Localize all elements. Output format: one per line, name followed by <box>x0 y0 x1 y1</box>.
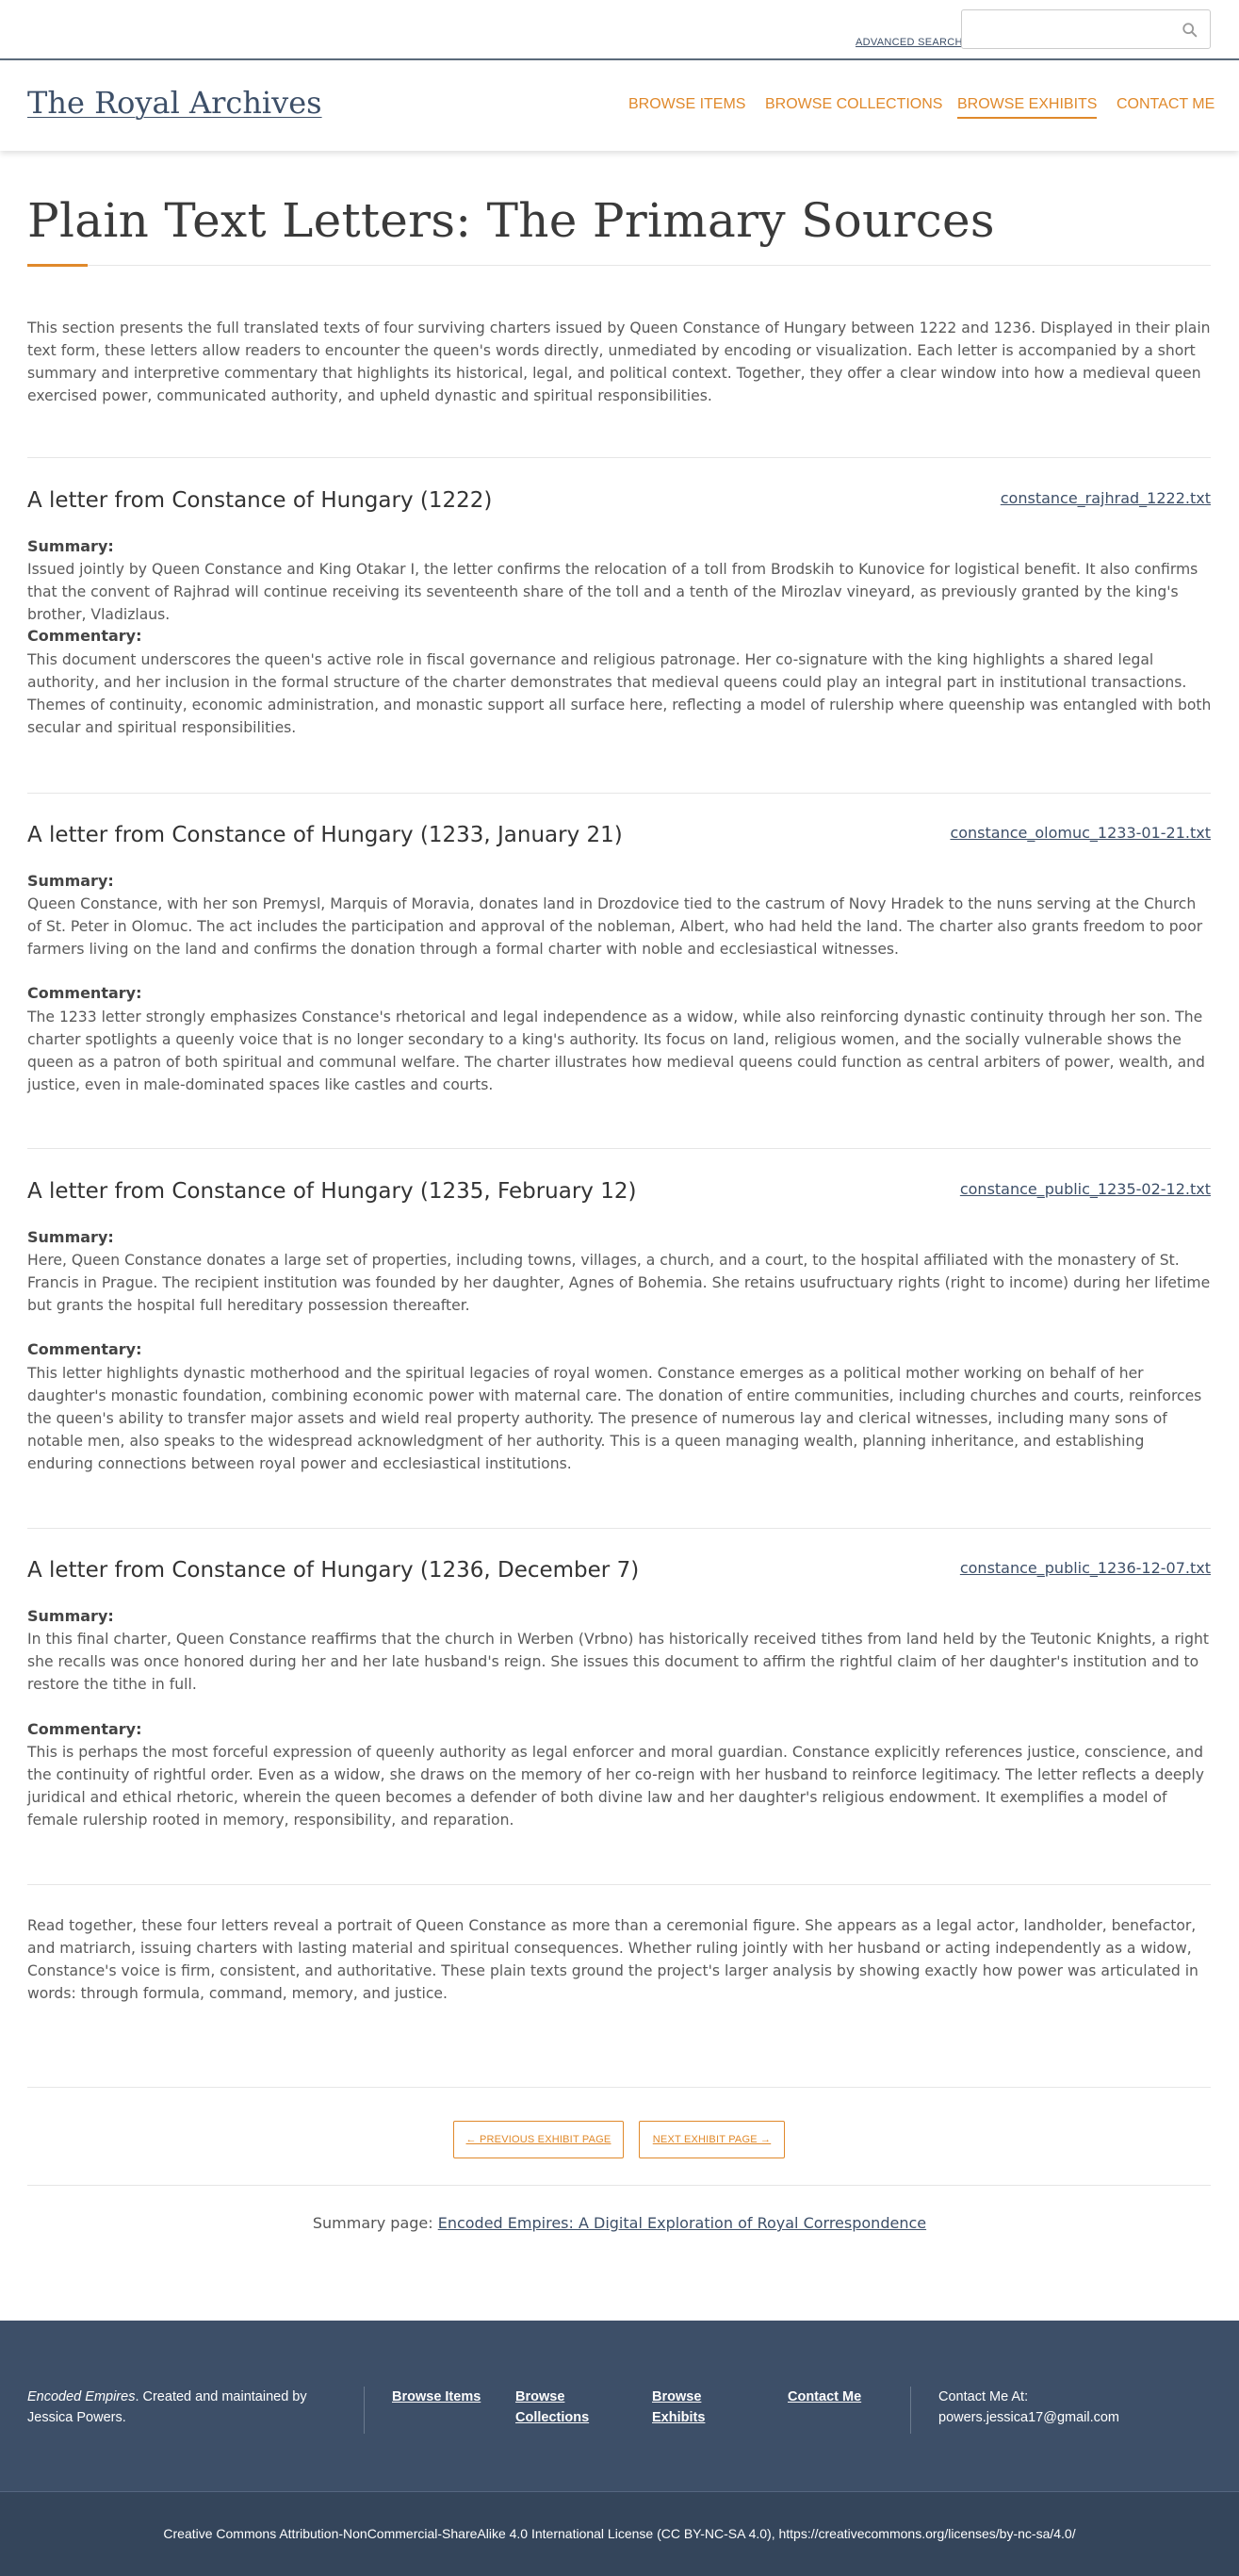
section-divider <box>27 1148 1211 1149</box>
footer-link-browse-exhibits[interactable]: Browse Exhibits <box>652 2387 718 2428</box>
summary-page-link[interactable]: Encoded Empires: A Digital Exploration o… <box>438 2214 926 2232</box>
footer-link-browse-collections[interactable]: Browse Collections <box>515 2387 600 2428</box>
search-icon[interactable] <box>1182 22 1198 39</box>
summary-label: Summary: <box>27 1228 114 1246</box>
summary-label: Summary: <box>27 1607 114 1625</box>
previous-exhibit-page-button[interactable]: ← PREVIOUS EXHIBIT PAGE <box>453 2121 624 2158</box>
letter-file-link[interactable]: constance_rajhrad_1222.txt <box>1001 489 1211 507</box>
section-divider <box>27 1528 1211 1529</box>
letter-commentary: The 1233 letter strongly emphasizes Cons… <box>27 1009 1205 1093</box>
letter-title: A letter from Constance of Hungary (1222… <box>27 488 493 513</box>
letter-title: A letter from Constance of Hungary (1236… <box>27 1558 640 1583</box>
letter-summary: Issued jointly by Queen Constance and Ki… <box>27 561 1198 623</box>
letter-commentary: This is perhaps the most forceful expres… <box>27 1744 1204 1829</box>
letter-summary: Here, Queen Constance donates a large se… <box>27 1252 1211 1314</box>
section-divider <box>27 1884 1211 1885</box>
nav-browse-collections[interactable]: BROWSE COLLECTIONS <box>765 96 942 113</box>
letter-title: A letter from Constance of Hungary (1235… <box>27 1179 637 1204</box>
commentary-label: Commentary: <box>27 1720 142 1738</box>
site-footer: Encoded Empires. Created and maintained … <box>0 2321 1239 2491</box>
summary-page-prefix: Summary page: <box>312 2214 438 2232</box>
letter-commentary: This document underscores the queen's ac… <box>27 651 1212 736</box>
letter-file-link[interactable]: constance_public_1235-02-12.txt <box>960 1180 1211 1198</box>
nav-contact-me[interactable]: CONTACT ME <box>1117 96 1215 113</box>
section-divider <box>27 793 1211 794</box>
license-text: Creative Commons Attribution-NonCommerci… <box>163 2526 1076 2541</box>
section-divider <box>27 2087 1211 2088</box>
footer-divider <box>364 2387 365 2434</box>
commentary-label: Commentary: <box>27 627 142 645</box>
footer-project-name: Encoded Empires <box>27 2389 136 2404</box>
page-title: Plain Text Letters: The Primary Sources <box>27 193 995 248</box>
footer-link-contact-me[interactable]: Contact Me <box>788 2387 882 2407</box>
site-title-link[interactable]: The Royal Archives <box>27 85 322 121</box>
letter-file-link[interactable]: constance_public_1236-12-07.txt <box>960 1559 1211 1577</box>
footer-contact: Contact Me At: powers.jessica17@gmail.co… <box>938 2387 1119 2428</box>
search-input[interactable] <box>961 9 1211 49</box>
next-exhibit-page-button[interactable]: NEXT EXHIBIT PAGE → <box>639 2121 785 2158</box>
conclusion-paragraph: Read together, these four letters reveal… <box>27 1917 1198 2002</box>
nav-browse-exhibits[interactable]: BROWSE EXHIBITS <box>957 96 1098 119</box>
top-bar: ADVANCED SEARCH <box>0 0 1239 60</box>
summary-label: Summary: <box>27 872 114 890</box>
summary-page-line: Summary page: Encoded Empires: A Digital… <box>0 2214 1239 2232</box>
summary-label: Summary: <box>27 537 114 555</box>
title-divider <box>27 265 1211 266</box>
footer-bottom-bar: Creative Commons Attribution-NonCommerci… <box>0 2491 1239 2576</box>
letter-file-link[interactable]: constance_olomuc_1233-01-21.txt <box>950 824 1211 842</box>
commentary-label: Commentary: <box>27 1340 142 1358</box>
section-divider <box>27 2185 1211 2186</box>
advanced-search-link[interactable]: ADVANCED SEARCH <box>856 37 963 48</box>
site-header: The Royal Archives BROWSE ITEMS BROWSE C… <box>0 62 1239 151</box>
letter-summary: In this final charter, Queen Constance r… <box>27 1631 1210 1693</box>
footer-divider <box>910 2387 911 2434</box>
title-accent-bar <box>27 264 88 267</box>
footer-contact-email: powers.jessica17@gmail.com <box>938 2410 1120 2425</box>
letter-summary: Queen Constance, with her son Premysl, M… <box>27 895 1203 958</box>
intro-paragraph: This section presents the full translate… <box>27 320 1211 404</box>
nav-browse-items[interactable]: BROWSE ITEMS <box>628 96 745 113</box>
footer-contact-label: Contact Me At: <box>938 2389 1029 2404</box>
letter-title: A letter from Constance of Hungary (1233… <box>27 823 623 847</box>
section-divider <box>27 457 1211 458</box>
commentary-label: Commentary: <box>27 984 142 1002</box>
letter-commentary: This letter highlights dynastic motherho… <box>27 1365 1202 1472</box>
footer-link-browse-items[interactable]: Browse Items <box>392 2387 486 2407</box>
footer-credit: Encoded Empires. Created and maintained … <box>27 2387 338 2428</box>
